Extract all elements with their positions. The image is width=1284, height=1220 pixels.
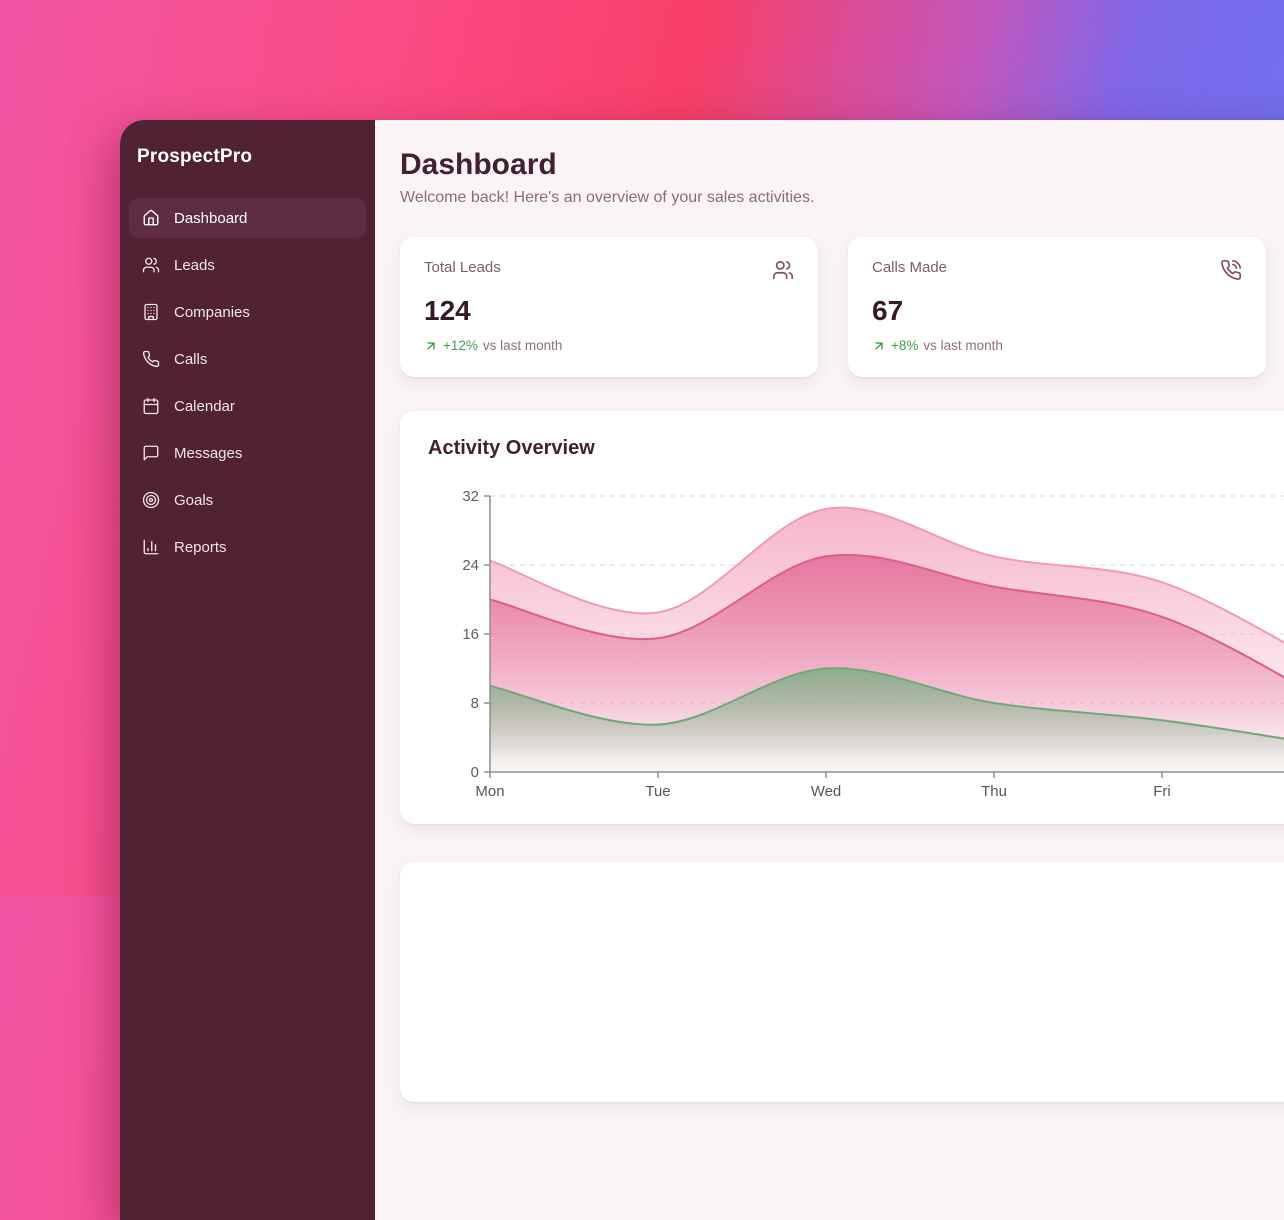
activity-chart: 0 8 16 24 32 Mon Tue Wed Thu Fri [428, 480, 1284, 806]
stat-delta-suffix: vs last month [923, 338, 1003, 353]
sidebar-collapse-button[interactable] [330, 146, 352, 168]
sidebar-item-label: Dashboard [174, 210, 247, 227]
sidebar-item-label: Calls [174, 351, 207, 368]
phone-icon [142, 350, 160, 368]
sidebar-item-dashboard[interactable]: Dashboard [129, 198, 366, 238]
sidebar-header: ProspectPro [129, 146, 366, 168]
sidebar-item-label: Goals [174, 492, 213, 509]
sidebar: ProspectPro Dashboard Leads Companies Calls… [120, 120, 375, 1220]
home-icon [142, 209, 160, 227]
svg-text:16: 16 [462, 626, 479, 643]
stat-label: Calls Made [872, 259, 947, 276]
stat-value: 124 [424, 295, 794, 327]
sidebar-item-label: Companies [174, 304, 250, 321]
sidebar-item-label: Reports [174, 539, 227, 556]
svg-text:Tue: Tue [645, 783, 670, 800]
stat-card-calls-made: Calls Made 67 +8% vs last month [848, 237, 1266, 377]
sidebar-item-label: Calendar [174, 398, 235, 415]
sidebar-item-companies[interactable]: Companies [129, 292, 366, 332]
sidebar-nav: Dashboard Leads Companies Calls Calendar Mess… [129, 198, 366, 567]
sidebar-item-leads[interactable]: Leads [129, 245, 366, 285]
main-content: Dashboard Welcome back! Here's an overvi… [375, 120, 1284, 1220]
message-icon [142, 444, 160, 462]
sidebar-item-calendar[interactable]: Calendar [129, 386, 366, 426]
sidebar-item-label: Leads [174, 257, 215, 274]
svg-text:Thu: Thu [981, 783, 1007, 800]
page-title: Dashboard [400, 148, 1284, 182]
chart-column-icon [142, 538, 160, 556]
svg-text:8: 8 [471, 695, 479, 712]
svg-text:32: 32 [462, 488, 479, 505]
svg-text:Fri: Fri [1153, 783, 1171, 800]
sidebar-item-goals[interactable]: Goals [129, 480, 366, 520]
stat-delta-suffix: vs last month [483, 338, 563, 353]
stat-label: Total Leads [424, 259, 501, 276]
users-icon [142, 256, 160, 274]
svg-text:24: 24 [462, 557, 479, 574]
app-window: ProspectPro Dashboard Leads Companies Calls… [120, 120, 1284, 1220]
arrow-up-right-icon [872, 339, 886, 353]
sidebar-item-calls[interactable]: Calls [129, 339, 366, 379]
chart-title: Activity Overview [428, 437, 1284, 460]
stat-delta: +12% [443, 338, 478, 353]
stat-delta: +8% [891, 338, 918, 353]
svg-text:Wed: Wed [811, 783, 842, 800]
svg-text:0: 0 [471, 764, 479, 781]
calendar-icon [142, 397, 160, 415]
activity-chart-svg: 0 8 16 24 32 Mon Tue Wed Thu Fri [428, 480, 1284, 806]
desktop-background: { "app": { "name": "ProspectPro" }, "sid… [0, 0, 1284, 896]
target-icon [142, 491, 160, 509]
sidebar-item-reports[interactable]: Reports [129, 527, 366, 567]
arrow-up-right-icon [424, 339, 438, 353]
users-icon [772, 259, 794, 286]
sidebar-item-messages[interactable]: Messages [129, 433, 366, 473]
svg-text:Mon: Mon [475, 783, 504, 800]
next-section-card [400, 862, 1284, 1102]
app-logo: ProspectPro [137, 146, 252, 168]
sidebar-item-label: Messages [174, 445, 242, 462]
stat-card-total-leads: Total Leads 124 +12% vs last month [400, 237, 818, 377]
building-icon [142, 303, 160, 321]
activity-overview-card: Activity Overview 0 8 16 24 32 Mon Tue Wed Thu Fr… [400, 411, 1284, 824]
phone-call-icon [1220, 259, 1242, 286]
page-subtitle: Welcome back! Here's an overview of your… [400, 189, 1284, 207]
stat-value: 67 [872, 295, 1242, 327]
stats-grid: Total Leads124+12%vs last monthCalls Mad… [400, 237, 1284, 377]
